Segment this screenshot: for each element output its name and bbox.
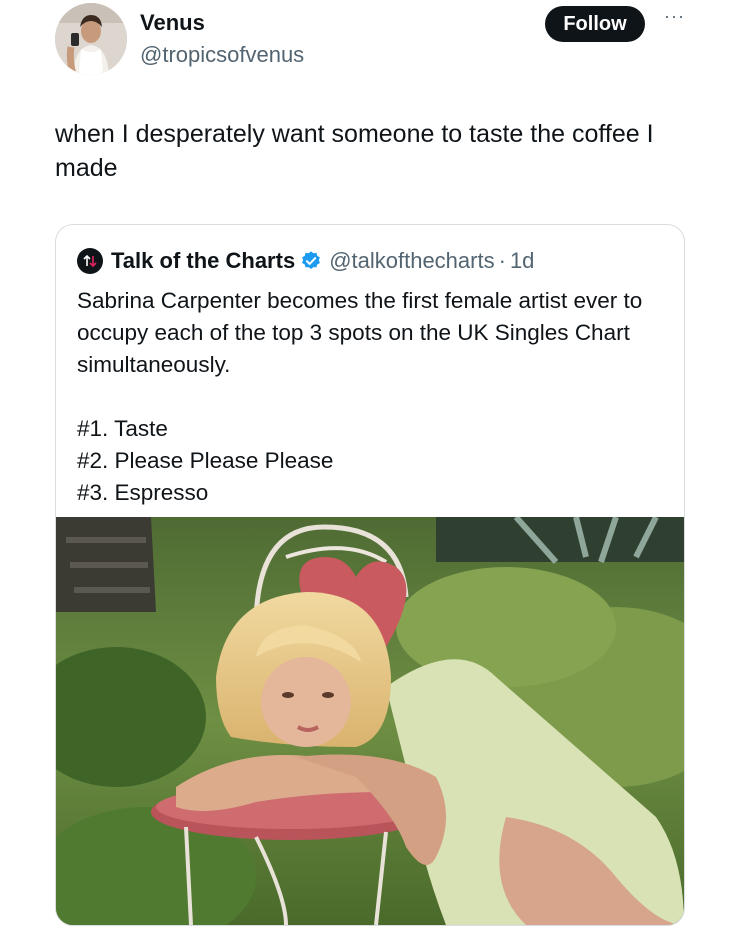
quoted-post[interactable]: Talk of the Charts @talkofthecharts · 1d… [55, 224, 685, 926]
user-handle[interactable]: @tropicsofvenus [140, 42, 304, 68]
avatar[interactable] [55, 3, 127, 75]
verified-badge-icon [300, 250, 322, 272]
header-separator: · [498, 248, 506, 273]
display-name[interactable]: Venus [140, 10, 205, 36]
post-text: when I desperately want someone to taste… [55, 120, 654, 182]
chart-position-1: #1. Taste [77, 416, 168, 441]
chart-arrows-icon[interactable] [77, 248, 103, 274]
quoted-body-text: Sabrina Carpenter becomes the first fema… [77, 288, 643, 377]
quoted-display-name[interactable]: Talk of the Charts [111, 248, 295, 274]
ellipsis-icon[interactable]: ··· [664, 6, 685, 27]
quoted-post-header: Talk of the Charts @talkofthecharts · 1d [77, 247, 534, 275]
post-timestamp[interactable]: 1d [510, 248, 534, 274]
follow-button[interactable]: Follow [545, 6, 645, 42]
quoted-handle[interactable]: @talkofthecharts [329, 248, 494, 274]
chart-position-3: #3. Espresso [77, 480, 209, 505]
quoted-post-text: Sabrina Carpenter becomes the first fema… [77, 285, 667, 509]
post-photo[interactable] [56, 517, 684, 925]
chart-position-2: #2. Please Please Please [77, 448, 334, 473]
